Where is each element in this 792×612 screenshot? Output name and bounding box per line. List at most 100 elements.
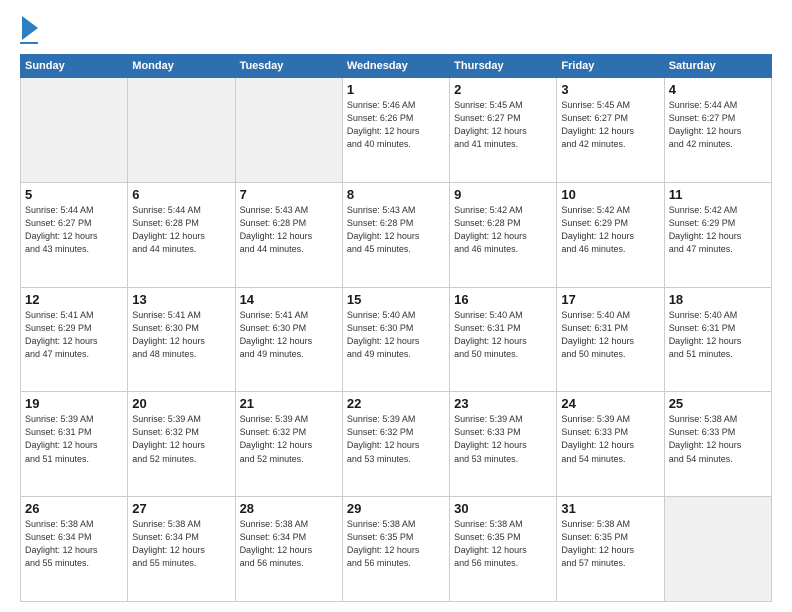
- day-cell: 5 Sunrise: 5:44 AM Sunset: 6:27 PM Daylig…: [21, 182, 128, 287]
- day-number: 5: [25, 187, 123, 202]
- day-number: 21: [240, 396, 338, 411]
- day-info: Sunrise: 5:40 AM Sunset: 6:31 PM Dayligh…: [561, 309, 659, 361]
- day-info: Sunrise: 5:46 AM Sunset: 6:26 PM Dayligh…: [347, 99, 445, 151]
- day-number: 25: [669, 396, 767, 411]
- day-number: 16: [454, 292, 552, 307]
- day-info: Sunrise: 5:45 AM Sunset: 6:27 PM Dayligh…: [561, 99, 659, 151]
- day-number: 9: [454, 187, 552, 202]
- day-number: 13: [132, 292, 230, 307]
- day-number: 17: [561, 292, 659, 307]
- day-number: 12: [25, 292, 123, 307]
- week-row-5: 26 Sunrise: 5:38 AM Sunset: 6:34 PM Dayli…: [21, 497, 772, 602]
- day-cell: 28 Sunrise: 5:38 AM Sunset: 6:34 PM Dayli…: [235, 497, 342, 602]
- day-cell: 29Sunrise: 5:38 AM Sunset: 6:35 PM Dayli…: [342, 497, 449, 602]
- day-info: Sunrise: 5:38 AM Sunset: 6:34 PM Dayligh…: [25, 518, 123, 570]
- day-number: 29: [347, 501, 445, 516]
- day-info: Sunrise: 5:39 AM Sunset: 6:33 PM Dayligh…: [454, 413, 552, 465]
- day-info: Sunrise: 5:41 AM Sunset: 6:29 PM Dayligh…: [25, 309, 123, 361]
- day-info: Sunrise: 5:41 AM Sunset: 6:30 PM Dayligh…: [132, 309, 230, 361]
- day-cell: 31 Sunrise: 5:38 AM Sunset: 6:35 PM Dayli…: [557, 497, 664, 602]
- day-number: 2: [454, 82, 552, 97]
- day-cell: 23 Sunrise: 5:39 AM Sunset: 6:33 PM Dayli…: [450, 392, 557, 497]
- day-cell: [664, 497, 771, 602]
- day-info: Sunrise: 5:40 AM Sunset: 6:31 PM Dayligh…: [669, 309, 767, 361]
- day-cell: 14Sunrise: 5:41 AM Sunset: 6:30 PM Dayli…: [235, 287, 342, 392]
- day-cell: 4 Sunrise: 5:44 AM Sunset: 6:27 PM Daylig…: [664, 78, 771, 183]
- day-number: 18: [669, 292, 767, 307]
- day-info: Sunrise: 5:38 AM Sunset: 6:35 PM Dayligh…: [454, 518, 552, 570]
- day-cell: 8 Sunrise: 5:43 AM Sunset: 6:28 PM Daylig…: [342, 182, 449, 287]
- day-info: Sunrise: 5:38 AM Sunset: 6:34 PM Dayligh…: [132, 518, 230, 570]
- weekday-monday: Monday: [128, 55, 235, 78]
- day-info: Sunrise: 5:43 AM Sunset: 6:28 PM Dayligh…: [240, 204, 338, 256]
- day-info: Sunrise: 5:44 AM Sunset: 6:27 PM Dayligh…: [25, 204, 123, 256]
- day-number: 4: [669, 82, 767, 97]
- day-info: Sunrise: 5:40 AM Sunset: 6:30 PM Dayligh…: [347, 309, 445, 361]
- weekday-sunday: Sunday: [21, 55, 128, 78]
- day-cell: 11 Sunrise: 5:42 AM Sunset: 6:29 PM Dayli…: [664, 182, 771, 287]
- week-row-4: 19Sunrise: 5:39 AM Sunset: 6:31 PM Dayli…: [21, 392, 772, 497]
- day-cell: 1 Sunrise: 5:46 AM Sunset: 6:26 PM Daylig…: [342, 78, 449, 183]
- weekday-friday: Friday: [557, 55, 664, 78]
- day-number: 23: [454, 396, 552, 411]
- day-info: Sunrise: 5:39 AM Sunset: 6:32 PM Dayligh…: [132, 413, 230, 465]
- day-number: 8: [347, 187, 445, 202]
- day-number: 31: [561, 501, 659, 516]
- day-cell: 26 Sunrise: 5:38 AM Sunset: 6:34 PM Dayli…: [21, 497, 128, 602]
- day-cell: 6 Sunrise: 5:44 AM Sunset: 6:28 PM Daylig…: [128, 182, 235, 287]
- day-cell: 24Sunrise: 5:39 AM Sunset: 6:33 PM Dayli…: [557, 392, 664, 497]
- week-row-3: 12 Sunrise: 5:41 AM Sunset: 6:29 PM Dayli…: [21, 287, 772, 392]
- day-number: 20: [132, 396, 230, 411]
- weekday-tuesday: Tuesday: [235, 55, 342, 78]
- day-info: Sunrise: 5:43 AM Sunset: 6:28 PM Dayligh…: [347, 204, 445, 256]
- day-cell: 13 Sunrise: 5:41 AM Sunset: 6:30 PM Dayli…: [128, 287, 235, 392]
- day-number: 27: [132, 501, 230, 516]
- day-info: Sunrise: 5:38 AM Sunset: 6:33 PM Dayligh…: [669, 413, 767, 465]
- day-cell: 10Sunrise: 5:42 AM Sunset: 6:29 PM Dayli…: [557, 182, 664, 287]
- logo: [20, 16, 38, 44]
- day-number: 15: [347, 292, 445, 307]
- logo-arrow-icon: [22, 16, 38, 40]
- day-number: 1: [347, 82, 445, 97]
- day-cell: 3 Sunrise: 5:45 AM Sunset: 6:27 PM Daylig…: [557, 78, 664, 183]
- logo-text: [20, 16, 38, 40]
- day-cell: 18 Sunrise: 5:40 AM Sunset: 6:31 PM Dayli…: [664, 287, 771, 392]
- day-number: 6: [132, 187, 230, 202]
- day-cell: 19Sunrise: 5:39 AM Sunset: 6:31 PM Dayli…: [21, 392, 128, 497]
- day-cell: 25 Sunrise: 5:38 AM Sunset: 6:33 PM Dayli…: [664, 392, 771, 497]
- day-info: Sunrise: 5:40 AM Sunset: 6:31 PM Dayligh…: [454, 309, 552, 361]
- day-info: Sunrise: 5:39 AM Sunset: 6:32 PM Dayligh…: [240, 413, 338, 465]
- day-cell: 16 Sunrise: 5:40 AM Sunset: 6:31 PM Dayli…: [450, 287, 557, 392]
- day-info: Sunrise: 5:44 AM Sunset: 6:27 PM Dayligh…: [669, 99, 767, 151]
- day-cell: [128, 78, 235, 183]
- day-cell: [21, 78, 128, 183]
- day-number: 26: [25, 501, 123, 516]
- day-cell: 15 Sunrise: 5:40 AM Sunset: 6:30 PM Dayli…: [342, 287, 449, 392]
- day-number: 24: [561, 396, 659, 411]
- day-cell: 7 Sunrise: 5:43 AM Sunset: 6:28 PM Daylig…: [235, 182, 342, 287]
- day-cell: 20 Sunrise: 5:39 AM Sunset: 6:32 PM Dayli…: [128, 392, 235, 497]
- page: SundayMondayTuesdayWednesdayThursdayFrid…: [0, 0, 792, 612]
- weekday-wednesday: Wednesday: [342, 55, 449, 78]
- day-cell: 2Sunrise: 5:45 AM Sunset: 6:27 PM Daylig…: [450, 78, 557, 183]
- day-cell: [235, 78, 342, 183]
- day-info: Sunrise: 5:42 AM Sunset: 6:28 PM Dayligh…: [454, 204, 552, 256]
- day-info: Sunrise: 5:42 AM Sunset: 6:29 PM Dayligh…: [669, 204, 767, 256]
- day-number: 14: [240, 292, 338, 307]
- day-number: 3: [561, 82, 659, 97]
- day-info: Sunrise: 5:44 AM Sunset: 6:28 PM Dayligh…: [132, 204, 230, 256]
- weekday-thursday: Thursday: [450, 55, 557, 78]
- day-number: 11: [669, 187, 767, 202]
- week-row-2: 5 Sunrise: 5:44 AM Sunset: 6:27 PM Daylig…: [21, 182, 772, 287]
- calendar-table: SundayMondayTuesdayWednesdayThursdayFrid…: [20, 54, 772, 602]
- day-info: Sunrise: 5:42 AM Sunset: 6:29 PM Dayligh…: [561, 204, 659, 256]
- day-info: Sunrise: 5:38 AM Sunset: 6:35 PM Dayligh…: [561, 518, 659, 570]
- day-cell: 9 Sunrise: 5:42 AM Sunset: 6:28 PM Daylig…: [450, 182, 557, 287]
- day-info: Sunrise: 5:38 AM Sunset: 6:34 PM Dayligh…: [240, 518, 338, 570]
- day-info: Sunrise: 5:39 AM Sunset: 6:31 PM Dayligh…: [25, 413, 123, 465]
- weekday-header-row: SundayMondayTuesdayWednesdayThursdayFrid…: [21, 55, 772, 78]
- day-number: 22: [347, 396, 445, 411]
- day-number: 7: [240, 187, 338, 202]
- day-number: 28: [240, 501, 338, 516]
- day-info: Sunrise: 5:39 AM Sunset: 6:32 PM Dayligh…: [347, 413, 445, 465]
